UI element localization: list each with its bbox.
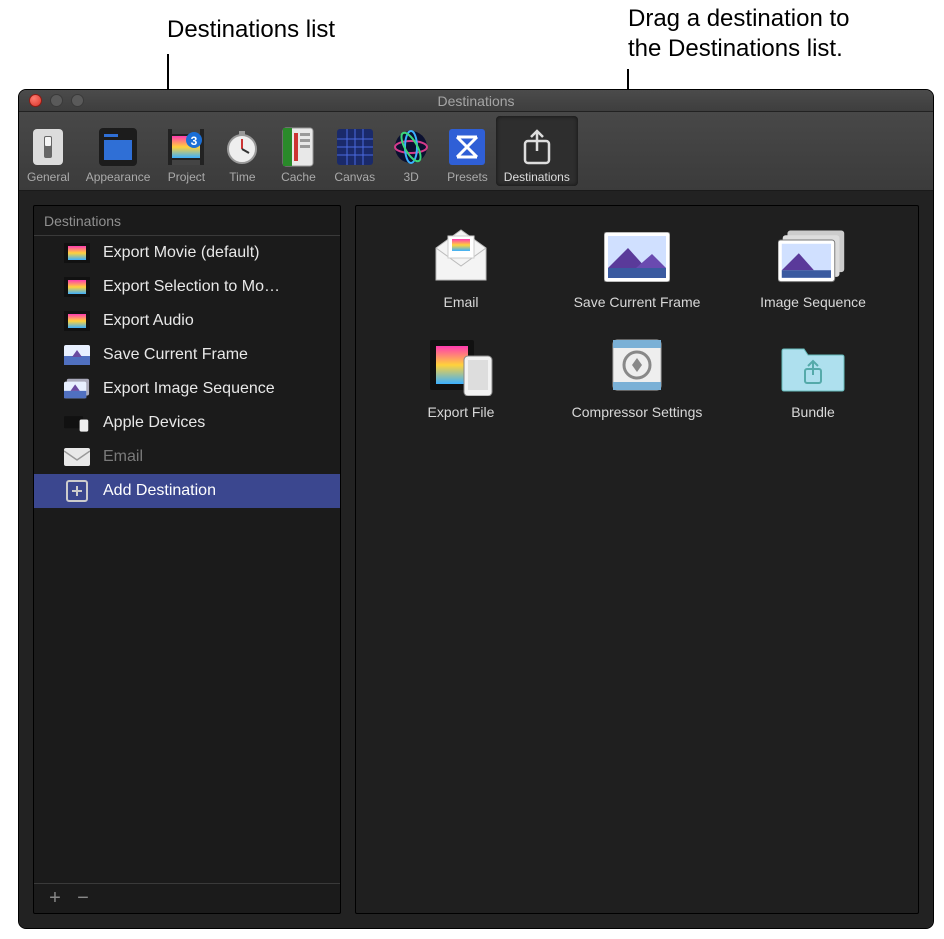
callout-right: Drag a destination to the Destinations l… <box>628 4 849 64</box>
film-strip-icon <box>64 277 90 297</box>
envelope-icon <box>426 228 496 286</box>
tab-label: Canvas <box>334 170 375 184</box>
tab-time[interactable]: Time <box>214 116 270 186</box>
film-strip-icon <box>64 311 90 331</box>
tab-label: Cache <box>281 170 316 184</box>
destinations-panel: Email Save Current Frame Image Sequence <box>355 205 919 914</box>
sidebar-item-export-image-sequence[interactable]: Export Image Sequence <box>34 372 340 406</box>
tab-label: 3D <box>403 170 418 184</box>
destinations-list: Export Movie (default) Export Selection … <box>34 236 340 883</box>
sidebar-item-email[interactable]: Email <box>34 440 340 474</box>
sidebar-item-label: Export Selection to Mo… <box>103 278 280 296</box>
appearance-icon <box>98 127 138 167</box>
callout-right-line1: Drag a destination to <box>628 5 849 32</box>
sidebar-item-label: Save Current Frame <box>103 346 248 364</box>
add-button[interactable]: + <box>42 888 68 910</box>
time-icon <box>222 127 262 167</box>
sidebar-item-export-selection[interactable]: Export Selection to Mo… <box>34 270 340 304</box>
sidebar-item-export-audio[interactable]: Export Audio <box>34 304 340 338</box>
tab-project[interactable]: 3 Project <box>158 116 214 186</box>
grid-item-bundle[interactable]: Bundle <box>730 338 896 420</box>
sidebar-item-label: Export Movie (default) <box>103 244 260 262</box>
callout-left: Destinations list <box>167 15 335 45</box>
file-device-icon <box>426 338 496 396</box>
grid-item-label: Compressor Settings <box>572 404 703 420</box>
sidebar-header: Destinations <box>34 206 340 236</box>
tab-label: Destinations <box>504 170 570 184</box>
envelope-icon <box>64 447 90 467</box>
svg-text:3: 3 <box>191 134 198 148</box>
close-icon[interactable] <box>29 94 42 107</box>
sidebar-item-label: Export Image Sequence <box>103 380 275 398</box>
devices-icon <box>64 413 90 433</box>
remove-button[interactable]: − <box>70 888 96 910</box>
tab-3d[interactable]: 3D <box>383 116 439 186</box>
sidebar-item-export-movie[interactable]: Export Movie (default) <box>34 236 340 270</box>
tab-label: Presets <box>447 170 488 184</box>
sidebar-item-label: Email <box>103 448 143 466</box>
preferences-window: Destinations General Appearance 3 Projec… <box>18 89 934 929</box>
grid-item-export-file[interactable]: Export File <box>378 338 544 420</box>
callout-right-line2: the Destinations list. <box>628 35 843 62</box>
film-strip-icon <box>64 243 90 263</box>
sidebar-item-save-current-frame[interactable]: Save Current Frame <box>34 338 340 372</box>
globe-icon <box>391 127 431 167</box>
grid-item-label: Email <box>443 294 478 310</box>
sidebar-item-add-destination[interactable]: Add Destination <box>34 474 340 508</box>
tab-label: Project <box>168 170 205 184</box>
grid-item-compressor-settings[interactable]: Compressor Settings <box>554 338 720 420</box>
tab-label: Appearance <box>86 170 151 184</box>
general-icon <box>28 127 68 167</box>
preferences-toolbar: General Appearance 3 Project Time <box>19 112 933 191</box>
sidebar-footer: + − <box>34 883 340 913</box>
tab-destinations[interactable]: Destinations <box>496 116 578 186</box>
photo-stack-icon <box>778 228 848 286</box>
grid-item-label: Save Current Frame <box>574 294 701 310</box>
grid-item-email[interactable]: Email <box>378 228 544 310</box>
cache-icon <box>278 127 318 167</box>
tab-presets[interactable]: Presets <box>439 116 496 186</box>
photo-icon <box>602 228 672 286</box>
project-icon: 3 <box>166 127 206 167</box>
tab-label: General <box>27 170 70 184</box>
window-title: Destinations <box>437 93 514 109</box>
destinations-sidebar: Destinations Export Movie (default) Expo… <box>33 205 341 914</box>
canvas-icon <box>335 127 375 167</box>
grid-item-save-current-frame[interactable]: Save Current Frame <box>554 228 720 310</box>
sidebar-item-label: Add Destination <box>103 482 216 500</box>
tab-appearance[interactable]: Appearance <box>78 116 159 186</box>
sidebar-item-label: Apple Devices <box>103 414 205 432</box>
presets-icon <box>447 127 487 167</box>
tab-general[interactable]: General <box>19 116 78 186</box>
window-controls <box>29 94 84 107</box>
preferences-body: Destinations Export Movie (default) Expo… <box>19 191 933 928</box>
photo-stack-icon <box>64 379 90 399</box>
tab-label: Time <box>229 170 255 184</box>
grid-item-image-sequence[interactable]: Image Sequence <box>730 228 896 310</box>
destinations-grid: Email Save Current Frame Image Sequence <box>378 228 896 420</box>
sidebar-item-label: Export Audio <box>103 312 194 330</box>
plus-box-icon <box>64 481 90 501</box>
maximize-icon[interactable] <box>71 94 84 107</box>
sidebar-item-apple-devices[interactable]: Apple Devices <box>34 406 340 440</box>
tab-cache[interactable]: Cache <box>270 116 326 186</box>
photo-icon <box>64 345 90 365</box>
compressor-icon <box>602 338 672 396</box>
window-titlebar: Destinations <box>19 90 933 112</box>
grid-item-label: Export File <box>428 404 495 420</box>
folder-share-icon <box>778 338 848 396</box>
minimize-icon[interactable] <box>50 94 63 107</box>
grid-item-label: Image Sequence <box>760 294 866 310</box>
grid-item-label: Bundle <box>791 404 835 420</box>
share-icon <box>517 127 557 167</box>
tab-canvas[interactable]: Canvas <box>326 116 383 186</box>
